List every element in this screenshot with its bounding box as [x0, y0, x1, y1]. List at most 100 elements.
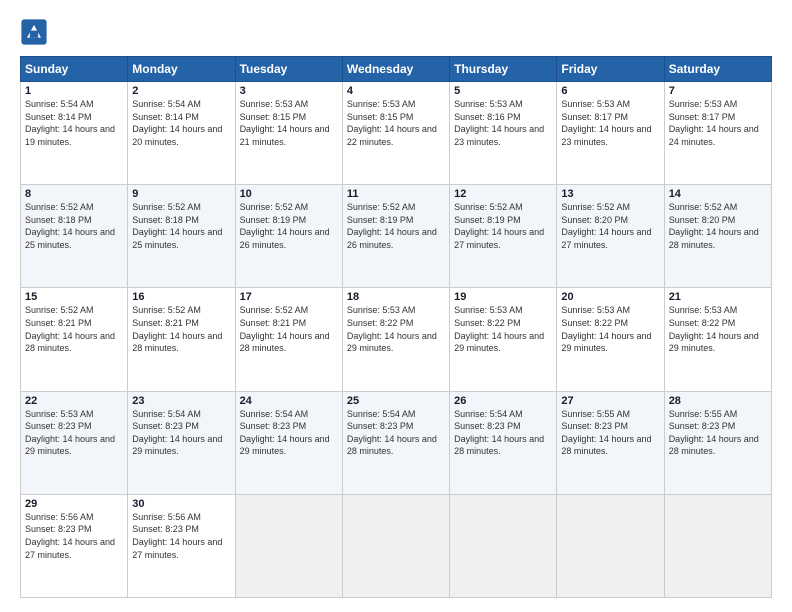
day-info: Sunrise: 5:56 AMSunset: 8:23 PMDaylight:…	[132, 512, 222, 560]
day-info: Sunrise: 5:53 AMSunset: 8:22 PMDaylight:…	[669, 305, 759, 353]
calendar-cell: 26 Sunrise: 5:54 AMSunset: 8:23 PMDaylig…	[450, 391, 557, 494]
logo-icon	[20, 18, 48, 46]
calendar-cell: 24 Sunrise: 5:54 AMSunset: 8:23 PMDaylig…	[235, 391, 342, 494]
calendar-cell	[450, 494, 557, 597]
day-info: Sunrise: 5:53 AMSunset: 8:15 PMDaylight:…	[240, 99, 330, 147]
day-number: 18	[347, 291, 445, 303]
calendar-cell: 28 Sunrise: 5:55 AMSunset: 8:23 PMDaylig…	[664, 391, 771, 494]
day-number: 29	[25, 498, 123, 510]
calendar-cell: 22 Sunrise: 5:53 AMSunset: 8:23 PMDaylig…	[21, 391, 128, 494]
day-info: Sunrise: 5:53 AMSunset: 8:17 PMDaylight:…	[669, 99, 759, 147]
calendar-cell: 6 Sunrise: 5:53 AMSunset: 8:17 PMDayligh…	[557, 82, 664, 185]
day-number: 30	[132, 498, 230, 510]
calendar-cell: 14 Sunrise: 5:52 AMSunset: 8:20 PMDaylig…	[664, 185, 771, 288]
calendar-cell: 19 Sunrise: 5:53 AMSunset: 8:22 PMDaylig…	[450, 288, 557, 391]
calendar-cell: 10 Sunrise: 5:52 AMSunset: 8:19 PMDaylig…	[235, 185, 342, 288]
day-info: Sunrise: 5:53 AMSunset: 8:22 PMDaylight:…	[347, 305, 437, 353]
day-info: Sunrise: 5:54 AMSunset: 8:23 PMDaylight:…	[347, 409, 437, 457]
calendar-cell: 11 Sunrise: 5:52 AMSunset: 8:19 PMDaylig…	[342, 185, 449, 288]
day-number: 28	[669, 395, 767, 407]
weekday-header: Saturday	[664, 57, 771, 82]
weekday-header: Friday	[557, 57, 664, 82]
day-info: Sunrise: 5:52 AMSunset: 8:19 PMDaylight:…	[347, 202, 437, 250]
calendar-cell: 16 Sunrise: 5:52 AMSunset: 8:21 PMDaylig…	[128, 288, 235, 391]
weekday-header: Monday	[128, 57, 235, 82]
day-number: 24	[240, 395, 338, 407]
day-info: Sunrise: 5:54 AMSunset: 8:23 PMDaylight:…	[454, 409, 544, 457]
day-info: Sunrise: 5:53 AMSunset: 8:23 PMDaylight:…	[25, 409, 115, 457]
day-number: 15	[25, 291, 123, 303]
day-info: Sunrise: 5:54 AMSunset: 8:23 PMDaylight:…	[240, 409, 330, 457]
weekday-header: Sunday	[21, 57, 128, 82]
day-info: Sunrise: 5:52 AMSunset: 8:21 PMDaylight:…	[240, 305, 330, 353]
calendar-cell: 29 Sunrise: 5:56 AMSunset: 8:23 PMDaylig…	[21, 494, 128, 597]
calendar-cell	[664, 494, 771, 597]
day-info: Sunrise: 5:56 AMSunset: 8:23 PMDaylight:…	[25, 512, 115, 560]
calendar-cell: 8 Sunrise: 5:52 AMSunset: 8:18 PMDayligh…	[21, 185, 128, 288]
day-info: Sunrise: 5:53 AMSunset: 8:15 PMDaylight:…	[347, 99, 437, 147]
day-number: 4	[347, 85, 445, 97]
day-info: Sunrise: 5:52 AMSunset: 8:19 PMDaylight:…	[240, 202, 330, 250]
calendar-cell: 12 Sunrise: 5:52 AMSunset: 8:19 PMDaylig…	[450, 185, 557, 288]
calendar-cell: 2 Sunrise: 5:54 AMSunset: 8:14 PMDayligh…	[128, 82, 235, 185]
day-info: Sunrise: 5:52 AMSunset: 8:20 PMDaylight:…	[669, 202, 759, 250]
day-info: Sunrise: 5:53 AMSunset: 8:17 PMDaylight:…	[561, 99, 651, 147]
day-number: 16	[132, 291, 230, 303]
calendar-cell	[557, 494, 664, 597]
weekday-header: Thursday	[450, 57, 557, 82]
day-info: Sunrise: 5:53 AMSunset: 8:22 PMDaylight:…	[561, 305, 651, 353]
day-number: 12	[454, 188, 552, 200]
calendar-cell: 13 Sunrise: 5:52 AMSunset: 8:20 PMDaylig…	[557, 185, 664, 288]
page: SundayMondayTuesdayWednesdayThursdayFrid…	[0, 0, 792, 612]
day-number: 27	[561, 395, 659, 407]
day-info: Sunrise: 5:55 AMSunset: 8:23 PMDaylight:…	[669, 409, 759, 457]
day-number: 17	[240, 291, 338, 303]
day-info: Sunrise: 5:52 AMSunset: 8:21 PMDaylight:…	[25, 305, 115, 353]
day-info: Sunrise: 5:54 AMSunset: 8:14 PMDaylight:…	[132, 99, 222, 147]
day-info: Sunrise: 5:55 AMSunset: 8:23 PMDaylight:…	[561, 409, 651, 457]
day-number: 25	[347, 395, 445, 407]
calendar-table: SundayMondayTuesdayWednesdayThursdayFrid…	[20, 56, 772, 598]
day-number: 6	[561, 85, 659, 97]
calendar-cell	[235, 494, 342, 597]
day-number: 9	[132, 188, 230, 200]
calendar-cell: 17 Sunrise: 5:52 AMSunset: 8:21 PMDaylig…	[235, 288, 342, 391]
calendar-cell	[342, 494, 449, 597]
day-number: 23	[132, 395, 230, 407]
calendar-cell: 21 Sunrise: 5:53 AMSunset: 8:22 PMDaylig…	[664, 288, 771, 391]
day-info: Sunrise: 5:52 AMSunset: 8:19 PMDaylight:…	[454, 202, 544, 250]
calendar-cell: 5 Sunrise: 5:53 AMSunset: 8:16 PMDayligh…	[450, 82, 557, 185]
day-info: Sunrise: 5:52 AMSunset: 8:18 PMDaylight:…	[132, 202, 222, 250]
day-number: 11	[347, 188, 445, 200]
calendar-cell: 30 Sunrise: 5:56 AMSunset: 8:23 PMDaylig…	[128, 494, 235, 597]
calendar-cell: 4 Sunrise: 5:53 AMSunset: 8:15 PMDayligh…	[342, 82, 449, 185]
day-number: 8	[25, 188, 123, 200]
calendar-cell: 23 Sunrise: 5:54 AMSunset: 8:23 PMDaylig…	[128, 391, 235, 494]
weekday-header: Tuesday	[235, 57, 342, 82]
day-info: Sunrise: 5:53 AMSunset: 8:16 PMDaylight:…	[454, 99, 544, 147]
day-number: 20	[561, 291, 659, 303]
day-number: 14	[669, 188, 767, 200]
calendar-cell: 20 Sunrise: 5:53 AMSunset: 8:22 PMDaylig…	[557, 288, 664, 391]
weekday-header: Wednesday	[342, 57, 449, 82]
day-number: 7	[669, 85, 767, 97]
calendar-cell: 3 Sunrise: 5:53 AMSunset: 8:15 PMDayligh…	[235, 82, 342, 185]
calendar-cell: 1 Sunrise: 5:54 AMSunset: 8:14 PMDayligh…	[21, 82, 128, 185]
day-number: 22	[25, 395, 123, 407]
day-info: Sunrise: 5:54 AMSunset: 8:23 PMDaylight:…	[132, 409, 222, 457]
day-info: Sunrise: 5:52 AMSunset: 8:18 PMDaylight:…	[25, 202, 115, 250]
logo	[20, 18, 50, 46]
day-number: 3	[240, 85, 338, 97]
day-number: 26	[454, 395, 552, 407]
day-info: Sunrise: 5:52 AMSunset: 8:20 PMDaylight:…	[561, 202, 651, 250]
calendar-cell: 15 Sunrise: 5:52 AMSunset: 8:21 PMDaylig…	[21, 288, 128, 391]
calendar-cell: 27 Sunrise: 5:55 AMSunset: 8:23 PMDaylig…	[557, 391, 664, 494]
day-number: 2	[132, 85, 230, 97]
day-number: 19	[454, 291, 552, 303]
day-number: 10	[240, 188, 338, 200]
day-number: 21	[669, 291, 767, 303]
calendar-cell: 18 Sunrise: 5:53 AMSunset: 8:22 PMDaylig…	[342, 288, 449, 391]
calendar-cell: 7 Sunrise: 5:53 AMSunset: 8:17 PMDayligh…	[664, 82, 771, 185]
day-info: Sunrise: 5:54 AMSunset: 8:14 PMDaylight:…	[25, 99, 115, 147]
day-number: 13	[561, 188, 659, 200]
